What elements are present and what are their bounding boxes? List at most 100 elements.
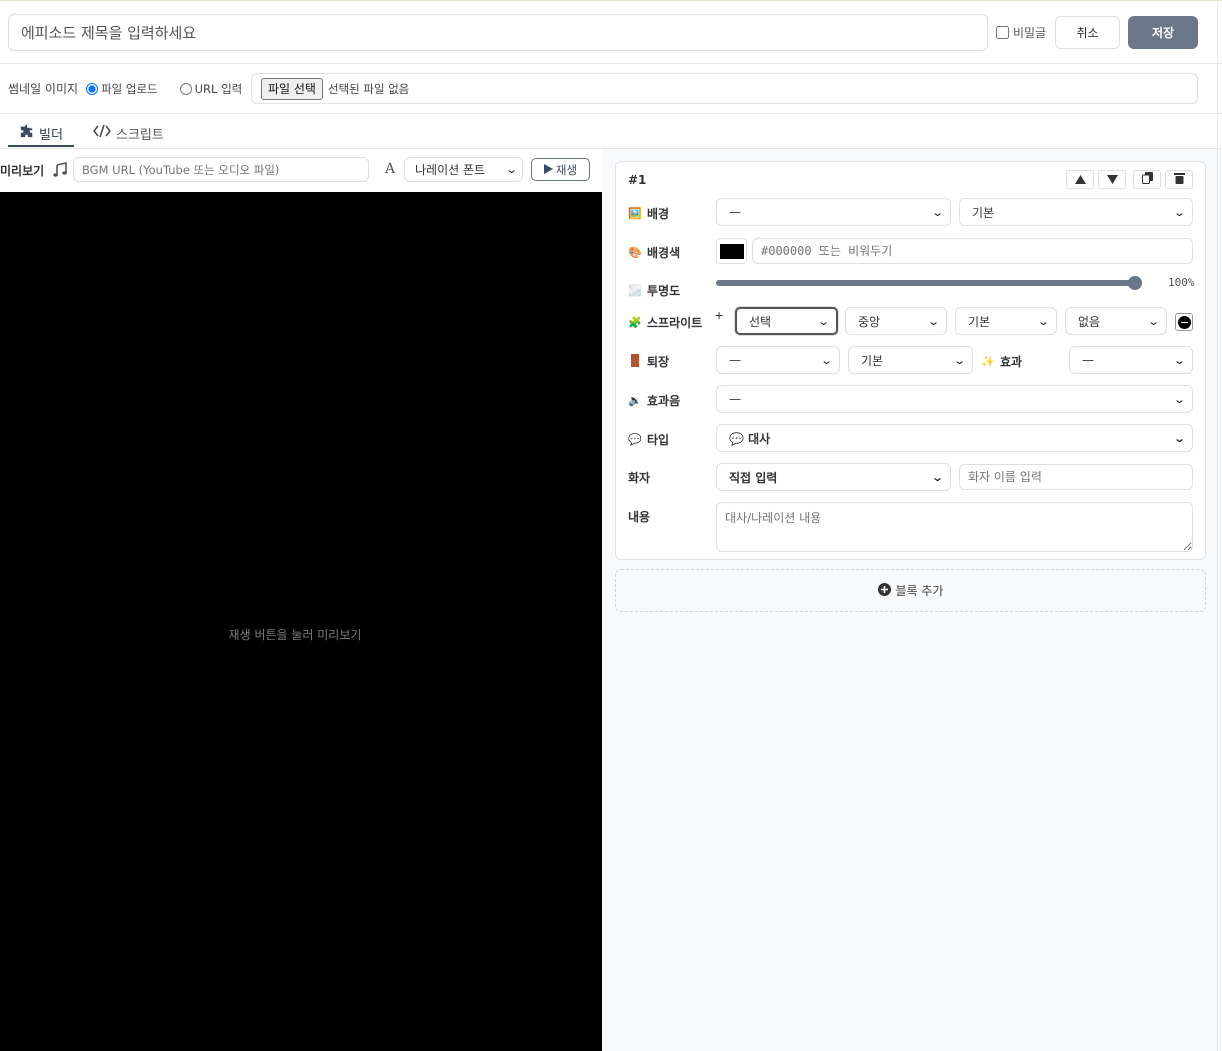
play-button[interactable]: 재생 xyxy=(531,158,590,181)
radio-file-upload-input[interactable] xyxy=(86,82,99,95)
exit-select[interactable]: — ⌄ xyxy=(716,346,840,374)
duplicate-button[interactable] xyxy=(1133,170,1161,189)
remove-sprite-button[interactable] xyxy=(1175,313,1193,331)
sprite-position-select[interactable]: 중앙 ⌄ xyxy=(845,307,947,335)
exit-row-label: 퇴장 xyxy=(628,353,669,370)
bg-color-input[interactable] xyxy=(752,238,1193,264)
opacity-icon: 🌫️ xyxy=(628,284,642,297)
exit-effect-select[interactable]: — ⌄ xyxy=(1069,346,1193,374)
chevron-down-icon: ⌄ xyxy=(1036,314,1050,328)
sfx-row-label: 🔉 효과음 xyxy=(628,394,681,408)
file-status: 선택된 파일 없음 xyxy=(327,81,410,96)
delete-button[interactable] xyxy=(1165,170,1193,189)
content-textarea[interactable] xyxy=(716,502,1193,552)
secret-toggle[interactable]: 비밀글 xyxy=(996,24,1046,41)
play-label: 재생 xyxy=(555,162,578,177)
chevron-down-icon: ⌄ xyxy=(1146,314,1160,328)
sprite-size-select[interactable]: 기본 ⌄ xyxy=(955,307,1057,335)
chevron-down-icon: ⌄ xyxy=(952,353,966,367)
tab-script-label: 스크립트 xyxy=(116,127,164,143)
play-icon xyxy=(543,163,553,177)
type-row-label: 💬 타입 xyxy=(628,433,670,447)
speaker-name-input[interactable] xyxy=(959,464,1193,490)
divider xyxy=(0,113,1222,114)
puzzle-piece-icon: 🧩 xyxy=(628,316,642,329)
chevron-down-icon: ⌄ xyxy=(1172,205,1186,219)
type-select[interactable]: 💬 대사 ⌄ xyxy=(716,424,1193,452)
speaker-select[interactable]: 직접 입력 ⌄ xyxy=(716,463,951,491)
speaker-row-label: 화자 xyxy=(628,471,651,485)
tab-builder[interactable]: 빌더 xyxy=(20,118,63,148)
speech-bubble-icon: 💬 xyxy=(628,433,642,446)
move-down-button[interactable] xyxy=(1098,170,1126,189)
add-block-label: 블록 추가 xyxy=(895,584,944,598)
music-icon xyxy=(52,162,68,178)
bg-color-row-label: 🎨 배경색 xyxy=(628,246,681,260)
move-up-button[interactable] xyxy=(1066,170,1094,189)
background-mode-select[interactable]: 기본 ⌄ xyxy=(959,198,1193,226)
sparkle-icon: ✨ xyxy=(981,355,995,368)
palette-icon: 🎨 xyxy=(628,246,642,259)
sprite-effect-select[interactable]: 없음 ⌄ xyxy=(1065,307,1167,335)
preview-stage[interactable] xyxy=(0,192,602,1051)
speaker-icon: 🔉 xyxy=(628,394,642,407)
font-icon: A xyxy=(385,161,396,177)
add-block-button[interactable]: 블록 추가 xyxy=(615,569,1206,612)
page-edge xyxy=(1217,0,1218,1051)
radio-url-input-label: URL 입력 xyxy=(194,81,243,96)
add-sprite-icon[interactable]: + xyxy=(715,307,723,323)
block-number: #1 xyxy=(628,173,647,187)
divider xyxy=(0,63,1222,64)
active-tab-indicator xyxy=(8,145,74,147)
chevron-down-icon: ⌄ xyxy=(1172,431,1186,445)
tab-script[interactable]: 스크립트 xyxy=(93,118,164,148)
triangle-down-icon xyxy=(1106,172,1118,187)
file-select-button[interactable]: 파일 선택 xyxy=(261,77,323,100)
file-input-box: 파일 선택 선택된 파일 없음 xyxy=(251,73,1198,104)
background-select[interactable]: — ⌄ xyxy=(716,198,951,226)
plus-circle-icon xyxy=(877,582,891,599)
secret-checkbox[interactable] xyxy=(996,26,1009,39)
opacity-slider-thumb[interactable] xyxy=(1128,276,1142,290)
episode-title-input[interactable] xyxy=(8,14,988,51)
chevron-down-icon: ⌄ xyxy=(930,470,944,484)
bg-color-picker[interactable] xyxy=(716,238,747,264)
exit-effect-label: ✨ 효과 xyxy=(981,355,1023,369)
chevron-down-icon: ⌄ xyxy=(1172,353,1186,367)
chevron-down-icon: ⌄ xyxy=(926,314,940,328)
opacity-row-label: 🌫️ 투명도 xyxy=(628,284,681,298)
opacity-slider-track[interactable] xyxy=(716,280,1136,286)
door-icon xyxy=(628,353,642,370)
preview-label: 미리보기 xyxy=(0,164,45,178)
chevron-down-icon: ⌄ xyxy=(930,205,944,219)
content-row-label: 내용 xyxy=(628,510,651,524)
tab-builder-label: 빌더 xyxy=(39,127,63,143)
preview-hint: 재생 버튼을 눌러 미리보기 xyxy=(228,628,362,642)
radio-file-upload[interactable]: 파일 업로드 xyxy=(86,81,158,97)
minus-circle-icon xyxy=(1177,315,1191,329)
background-row-label: 🖼️ 배경 xyxy=(628,207,670,221)
chevron-down-icon: ⌄ xyxy=(1172,392,1186,406)
bgm-url-input[interactable] xyxy=(73,157,369,182)
chevron-down-icon: ⌄ xyxy=(816,314,830,328)
sprite-row-label: 🧩 스프라이트 xyxy=(628,316,703,330)
top-border xyxy=(0,0,1222,3)
opacity-value: 100% xyxy=(1168,276,1195,289)
code-icon xyxy=(93,124,111,142)
image-icon: 🖼️ xyxy=(628,207,642,220)
narration-font-value: 나레이션 폰트 xyxy=(415,163,486,177)
narration-font-select[interactable]: 나레이션 폰트 ⌄ xyxy=(404,157,523,182)
cancel-button[interactable]: 취소 xyxy=(1055,16,1120,49)
save-button[interactable]: 저장 xyxy=(1128,16,1198,49)
thumbnail-label: 썸네일 이미지 xyxy=(8,82,79,96)
chevron-down-icon: ⌄ xyxy=(504,163,518,176)
trash-icon xyxy=(1173,172,1185,187)
puzzle-icon xyxy=(20,124,34,142)
sfx-select[interactable]: — ⌄ xyxy=(716,385,1193,413)
radio-url-input[interactable]: URL 입력 xyxy=(179,81,243,97)
exit-mode-select[interactable]: 기본 ⌄ xyxy=(848,346,973,374)
sprite-select[interactable]: 선택 ⌄ xyxy=(735,307,838,335)
secret-label: 비밀글 xyxy=(1013,26,1047,40)
thumbnail-row: 썸네일 이미지 파일 업로드 URL 입력 xyxy=(8,73,264,104)
radio-url-input-input[interactable] xyxy=(179,82,192,95)
